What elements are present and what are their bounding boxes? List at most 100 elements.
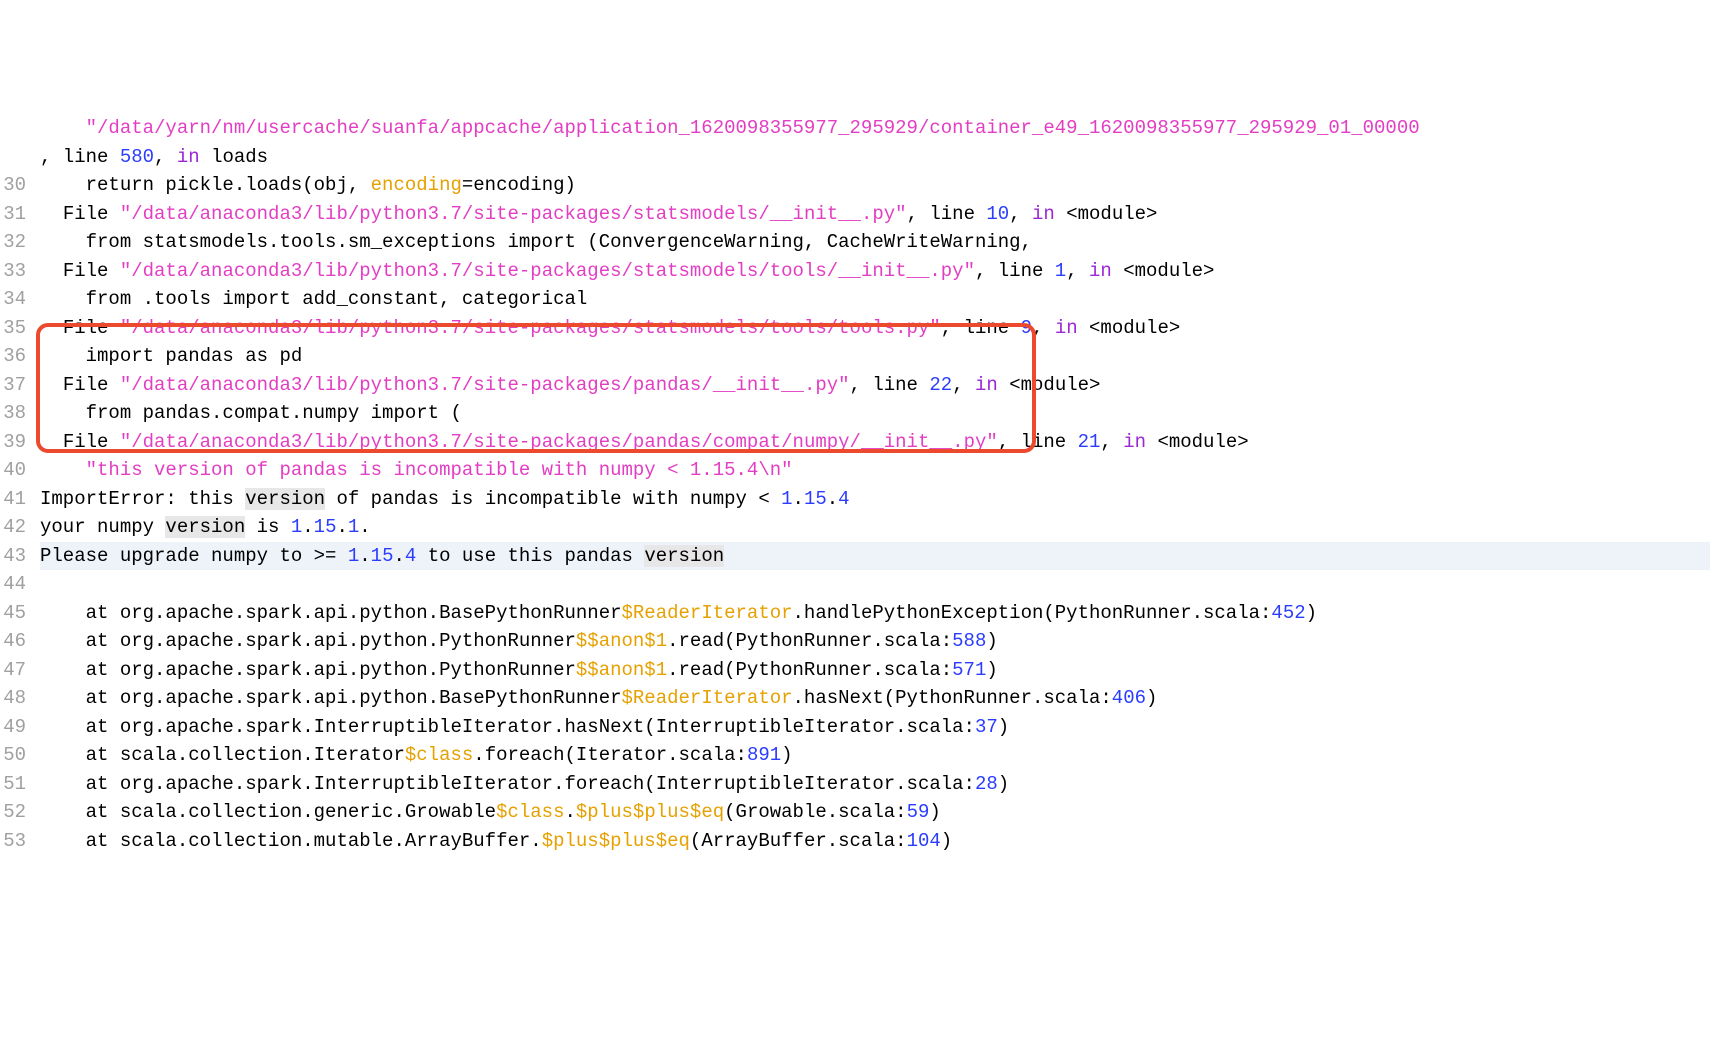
- code-line: [40, 570, 1710, 599]
- code-token: at scala.collection.Iterator: [86, 744, 405, 766]
- code-token: .: [393, 545, 404, 567]
- code-line: from pandas.compat.numpy import (: [40, 399, 1710, 428]
- code-token: File: [63, 260, 120, 282]
- code-token: from statsmodels.tools.sm_exceptions imp…: [86, 231, 1032, 253]
- line-number: 41: [0, 485, 26, 514]
- code-token: ): [986, 630, 997, 652]
- code-token: of pandas is incompatible with numpy <: [325, 488, 781, 510]
- line-number: 45: [0, 599, 26, 628]
- code-line: at org.apache.spark.api.python.PythonRun…: [40, 627, 1710, 656]
- code-token: 28: [975, 773, 998, 795]
- code-line: your numpy version is 1.15.1.: [40, 513, 1710, 542]
- code-line: from statsmodels.tools.sm_exceptions imp…: [40, 228, 1710, 257]
- line-number: 52: [0, 798, 26, 827]
- code-editor: 3031323334353637383940414243444546474849…: [0, 114, 1710, 855]
- code-token: 37: [975, 716, 998, 738]
- line-number: 47: [0, 656, 26, 685]
- code-token: 15: [371, 545, 394, 567]
- line-number: 50: [0, 741, 26, 770]
- code-token: in: [1123, 431, 1146, 453]
- line-number: 32: [0, 228, 26, 257]
- code-token: 406: [1112, 687, 1146, 709]
- code-token: ): [1306, 602, 1317, 624]
- code-token: .: [565, 801, 576, 823]
- code-token: .: [827, 488, 838, 510]
- code-token: 588: [952, 630, 986, 652]
- code-token: from .tools import add_constant, categor…: [86, 288, 588, 310]
- code-token: 4: [405, 545, 416, 567]
- line-number: 31: [0, 200, 26, 229]
- code-token: , line: [907, 203, 987, 225]
- code-token: ): [998, 773, 1009, 795]
- line-number: 37: [0, 371, 26, 400]
- code-token: .: [336, 516, 347, 538]
- code-line: File "/data/anaconda3/lib/python3.7/site…: [40, 257, 1710, 286]
- line-number: 46: [0, 627, 26, 656]
- code-token: "/data/anaconda3/lib/python3.7/site-pack…: [120, 317, 941, 339]
- code-token: .read(PythonRunner.scala:: [667, 630, 952, 652]
- code-token: "/data/anaconda3/lib/python3.7/site-pack…: [120, 260, 975, 282]
- code-token: 1: [781, 488, 792, 510]
- code-token: 1: [1055, 260, 1066, 282]
- code-line: File "/data/anaconda3/lib/python3.7/site…: [40, 200, 1710, 229]
- code-token: File: [63, 317, 120, 339]
- code-token: ): [1146, 687, 1157, 709]
- code-token: 59: [907, 801, 930, 823]
- code-token: "/data/anaconda3/lib/python3.7/site-pack…: [120, 203, 907, 225]
- line-number: 48: [0, 684, 26, 713]
- code-token: .: [359, 516, 370, 538]
- code-token: at scala.collection.mutable.ArrayBuffer.: [86, 830, 542, 852]
- code-token: 580: [120, 146, 154, 168]
- code-token: in: [1089, 260, 1112, 282]
- code-token: at org.apache.spark.api.python.BasePytho…: [86, 602, 622, 624]
- code-token: "/data/anaconda3/lib/python3.7/site-pack…: [120, 374, 850, 396]
- code-token: ,: [1100, 431, 1123, 453]
- code-line: , line 580, in loads: [40, 143, 1710, 172]
- line-number: 51: [0, 770, 26, 799]
- code-token: ,: [154, 146, 177, 168]
- code-token: <module>: [1112, 260, 1215, 282]
- line-number: [0, 143, 26, 172]
- code-token: version: [245, 488, 325, 510]
- code-line: at org.apache.spark.api.python.PythonRun…: [40, 656, 1710, 685]
- code-token: File: [63, 431, 120, 453]
- code-line: "this version of pandas is incompatible …: [40, 456, 1710, 485]
- code-token: 452: [1271, 602, 1305, 624]
- code-token: import pandas as pd: [86, 345, 303, 367]
- code-token: 10: [986, 203, 1009, 225]
- code-token: ,: [1032, 317, 1055, 339]
- code-token: , line: [941, 317, 1021, 339]
- code-token: <module>: [1146, 431, 1249, 453]
- code-token: .hasNext(PythonRunner.scala:: [793, 687, 1112, 709]
- code-token: .handlePythonException(PythonRunner.scal…: [793, 602, 1272, 624]
- line-number: 39: [0, 428, 26, 457]
- code-token: , line: [40, 146, 120, 168]
- code-line: File "/data/anaconda3/lib/python3.7/site…: [40, 371, 1710, 400]
- code-token: at org.apache.spark.InterruptibleIterato…: [86, 773, 975, 795]
- code-token: at scala.collection.generic.Growable: [86, 801, 496, 823]
- code-token: your numpy: [40, 516, 165, 538]
- code-line: at org.apache.spark.api.python.BasePytho…: [40, 599, 1710, 628]
- code-token: in: [1055, 317, 1078, 339]
- code-line: File "/data/anaconda3/lib/python3.7/site…: [40, 428, 1710, 457]
- code-token: from pandas.compat.numpy import (: [86, 402, 462, 424]
- line-number: 53: [0, 827, 26, 856]
- code-token: 9: [1021, 317, 1032, 339]
- code-line: "/data/yarn/nm/usercache/suanfa/appcache…: [40, 114, 1710, 143]
- code-line: return pickle.loads(obj, encoding=encodi…: [40, 171, 1710, 200]
- code-line: at org.apache.spark.api.python.BasePytho…: [40, 684, 1710, 713]
- code-token: ): [941, 830, 952, 852]
- code-token: at org.apache.spark.api.python.BasePytho…: [86, 687, 622, 709]
- code-token: is: [245, 516, 291, 538]
- line-number: 43: [0, 542, 26, 571]
- code-token: $class: [496, 801, 564, 823]
- code-token: $plus$plus$eq: [542, 830, 690, 852]
- code-content[interactable]: "/data/yarn/nm/usercache/suanfa/appcache…: [40, 114, 1710, 855]
- code-token: .foreach(Iterator.scala:: [473, 744, 747, 766]
- code-token: File: [63, 203, 120, 225]
- code-token: <module>: [998, 374, 1101, 396]
- code-line: at scala.collection.mutable.ArrayBuffer.…: [40, 827, 1710, 856]
- line-number-gutter: 3031323334353637383940414243444546474849…: [0, 114, 40, 855]
- line-number: 30: [0, 171, 26, 200]
- code-token: .: [359, 545, 370, 567]
